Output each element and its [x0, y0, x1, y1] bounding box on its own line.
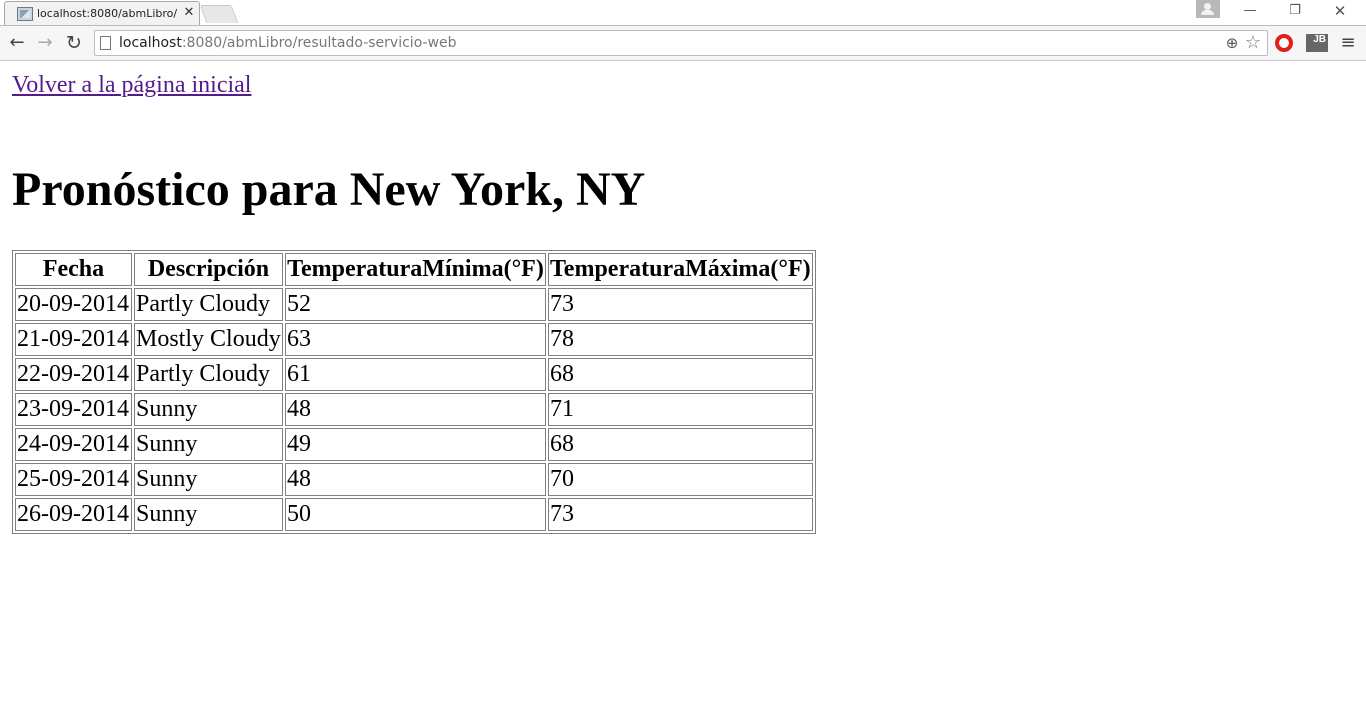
- restore-button[interactable]: ❐: [1273, 1, 1317, 21]
- cell-description: Sunny: [134, 463, 283, 496]
- table-row: 21-09-2014 Mostly Cloudy 63 78: [15, 323, 813, 356]
- cell-date: 20-09-2014: [15, 288, 132, 321]
- cell-date: 22-09-2014: [15, 358, 132, 391]
- column-header-temp-max: TemperaturaMáxima(°F): [548, 253, 813, 286]
- browser-toolbar: ← → ↻ localhost:8080/abmLibro/resultado-…: [0, 25, 1366, 61]
- page-icon: [100, 36, 111, 50]
- url-text[interactable]: localhost:8080/abmLibro/resultado-servic…: [119, 35, 1219, 53]
- reload-icon[interactable]: ↻: [63, 32, 85, 54]
- cell-temp-min: 50: [285, 498, 546, 531]
- table-row: 20-09-2014 Partly Cloudy 52 73: [15, 288, 813, 321]
- cell-temp-max: 78: [548, 323, 813, 356]
- url-host: localhost: [119, 35, 182, 51]
- cell-temp-max: 68: [548, 358, 813, 391]
- cell-temp-min: 63: [285, 323, 546, 356]
- cell-temp-min: 48: [285, 463, 546, 496]
- column-header-temp-min: TemperaturaMínima(°F): [285, 253, 546, 286]
- tab-strip: localhost:8080/abmLibro/ ✕ — ❐ ✕: [0, 0, 1366, 25]
- close-window-button[interactable]: ✕: [1318, 1, 1362, 21]
- cell-description: Mostly Cloudy: [134, 323, 283, 356]
- opera-extension-icon[interactable]: [1275, 34, 1293, 52]
- cell-temp-min: 61: [285, 358, 546, 391]
- cell-temp-min: 48: [285, 393, 546, 426]
- bookmark-star-icon[interactable]: ☆: [1243, 33, 1263, 53]
- table-row: 23-09-2014 Sunny 48 71: [15, 393, 813, 426]
- tab-close-icon[interactable]: ✕: [181, 5, 197, 21]
- page-content: Volver a la página inicial Pronóstico pa…: [0, 62, 1366, 728]
- cell-description: Partly Cloudy: [134, 288, 283, 321]
- back-to-home-link[interactable]: Volver a la página inicial: [12, 72, 251, 99]
- table-row: 26-09-2014 Sunny 50 73: [15, 498, 813, 531]
- jetbrains-extension-icon[interactable]: JB: [1306, 34, 1328, 52]
- back-arrow-icon[interactable]: ←: [6, 32, 28, 54]
- column-header-descripcion: Descripción: [134, 253, 283, 286]
- cell-temp-min: 52: [285, 288, 546, 321]
- new-tab-button[interactable]: [199, 5, 239, 23]
- cell-temp-min: 49: [285, 428, 546, 461]
- page-title: Pronóstico para New York, NY: [12, 163, 646, 216]
- cell-date: 21-09-2014: [15, 323, 132, 356]
- cell-temp-max: 73: [548, 498, 813, 531]
- table-row: 22-09-2014 Partly Cloudy 61 68: [15, 358, 813, 391]
- cell-temp-max: 73: [548, 288, 813, 321]
- forward-arrow-icon[interactable]: →: [34, 32, 56, 54]
- forecast-table: Fecha Descripción TemperaturaMínima(°F) …: [12, 250, 816, 534]
- page-favicon-icon: [17, 7, 33, 21]
- browser-tab[interactable]: localhost:8080/abmLibro/ ✕: [4, 1, 200, 25]
- cell-temp-max: 71: [548, 393, 813, 426]
- cell-description: Sunny: [134, 393, 283, 426]
- cell-temp-max: 70: [548, 463, 813, 496]
- cell-date: 26-09-2014: [15, 498, 132, 531]
- column-header-fecha: Fecha: [15, 253, 132, 286]
- cell-date: 23-09-2014: [15, 393, 132, 426]
- chrome-menu-icon[interactable]: ≡: [1338, 34, 1358, 52]
- tab-title: localhost:8080/abmLibro/: [37, 7, 177, 20]
- table-row: 25-09-2014 Sunny 48 70: [15, 463, 813, 496]
- user-profile-icon[interactable]: [1196, 0, 1220, 18]
- address-bar[interactable]: localhost:8080/abmLibro/resultado-servic…: [94, 30, 1268, 56]
- cell-date: 24-09-2014: [15, 428, 132, 461]
- cell-description: Sunny: [134, 498, 283, 531]
- table-header-row: Fecha Descripción TemperaturaMínima(°F) …: [15, 253, 813, 286]
- cell-date: 25-09-2014: [15, 463, 132, 496]
- table-row: 24-09-2014 Sunny 49 68: [15, 428, 813, 461]
- cell-temp-max: 68: [548, 428, 813, 461]
- url-path: :8080/abmLibro/resultado-servicio-web: [181, 35, 457, 51]
- minimize-button[interactable]: —: [1228, 1, 1272, 21]
- zoom-icon[interactable]: ⊕: [1223, 34, 1241, 52]
- cell-description: Sunny: [134, 428, 283, 461]
- cell-description: Partly Cloudy: [134, 358, 283, 391]
